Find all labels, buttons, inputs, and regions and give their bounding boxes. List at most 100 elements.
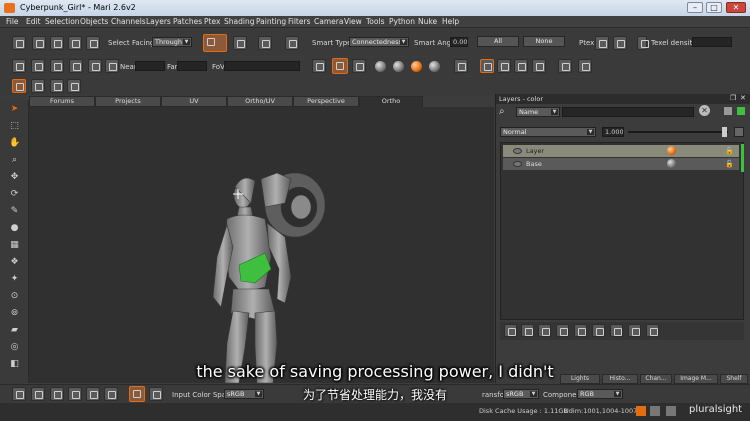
active-shader-sphere-icon[interactable] [411, 61, 422, 72]
texel-density-field[interactable] [692, 37, 732, 47]
transform-tool-icon[interactable]: ✥ [9, 172, 20, 183]
selection-grow-icon[interactable] [86, 36, 100, 50]
menu-ptex[interactable]: Ptex [204, 17, 220, 26]
name-dropdown[interactable]: Name ▼ [516, 107, 560, 117]
smudge-tool-icon[interactable]: ⊚ [9, 308, 20, 319]
menu-file[interactable]: File [6, 17, 19, 26]
menu-edit[interactable]: Edit [26, 17, 41, 26]
transform-icon[interactable] [532, 59, 546, 73]
menu-patches[interactable]: Patches [173, 17, 202, 26]
grid-view-icon[interactable] [646, 324, 659, 337]
paint-brush-icon[interactable]: ✎ [9, 206, 20, 217]
layer-row-layer[interactable]: Layer 🔓 [503, 145, 739, 157]
menu-help[interactable]: Help [442, 17, 459, 26]
far-field[interactable] [177, 61, 207, 71]
visibility-eye-icon[interactable] [513, 161, 522, 167]
stencil-tool-icon[interactable]: ◎ [9, 342, 20, 353]
ptex-resolution-icon[interactable] [613, 36, 627, 50]
menu-channels[interactable]: Channels [111, 17, 146, 26]
eraser-tool-icon[interactable]: ▰ [9, 325, 20, 336]
center-icon[interactable] [514, 59, 528, 73]
add-mask-stack-icon[interactable] [574, 324, 587, 337]
frame-all-icon[interactable] [454, 59, 468, 73]
visibility-eye-icon[interactable] [513, 148, 522, 154]
clip-icon[interactable] [105, 59, 119, 73]
frame-icon[interactable] [69, 59, 83, 73]
brush-tip-icon[interactable] [67, 79, 81, 93]
zoom-tool-icon[interactable]: ⌕ [9, 155, 20, 166]
grid-tool-icon[interactable]: ▦ [9, 240, 20, 251]
tab-perspective[interactable]: Perspective [293, 96, 359, 107]
opacity-field[interactable]: 1.000 [602, 127, 624, 137]
add-mask-icon[interactable] [556, 324, 569, 337]
layer-row-base[interactable]: Base 🔓 [503, 158, 739, 170]
camera-view-icon[interactable] [31, 59, 45, 73]
grid-view-icon[interactable] [50, 59, 64, 73]
minimize-button[interactable]: – [687, 2, 703, 13]
close-panel-icon[interactable]: ✕ [740, 94, 746, 102]
clone-tool-icon[interactable]: ❖ [9, 257, 20, 268]
tab-ortho[interactable]: Ortho [359, 96, 423, 107]
polygon-select-icon[interactable] [258, 36, 272, 50]
select-tool-icon[interactable]: ⬚ [9, 121, 20, 132]
select-none-button[interactable]: None [523, 36, 565, 47]
shader-sphere-icon[interactable] [429, 61, 440, 72]
lighting-icon[interactable] [312, 59, 326, 73]
pin-tool-icon[interactable]: ✦ [9, 274, 20, 285]
menu-objects[interactable]: Objects [80, 17, 108, 26]
selection-mode-icon[interactable] [32, 36, 46, 50]
smart-angle-field[interactable]: 0.00 [450, 37, 468, 47]
menu-tools[interactable]: Tools [366, 17, 384, 26]
share-channel-icon[interactable] [610, 324, 623, 337]
select-tool-icon[interactable] [12, 36, 26, 50]
select-all-button[interactable]: All [477, 36, 519, 47]
fov-slider[interactable] [224, 61, 300, 71]
menu-nuke[interactable]: Nuke [418, 17, 437, 26]
tab-ortho-uv[interactable]: Ortho/UV [227, 96, 293, 107]
wireframe-icon[interactable] [352, 59, 366, 73]
ptex-grid-icon[interactable] [595, 36, 609, 50]
filter-toggle-icon[interactable] [737, 107, 745, 115]
tab-uv[interactable]: UV [161, 96, 227, 107]
pivot-icon[interactable] [480, 59, 494, 73]
filter-icon[interactable] [724, 107, 732, 115]
add-adjustment-icon[interactable] [538, 324, 551, 337]
move-axis-icon[interactable] [497, 59, 511, 73]
pointer-tool-icon[interactable]: ➤ [9, 104, 20, 115]
brush-preset-icon[interactable] [50, 79, 64, 93]
close-button[interactable]: ✕ [726, 2, 746, 13]
collapse-icon[interactable] [578, 59, 592, 73]
opacity-slider[interactable] [628, 131, 728, 133]
layer-search-input[interactable] [562, 107, 694, 117]
menu-view[interactable]: View [344, 17, 362, 26]
tab-forums[interactable]: Forums [29, 96, 95, 107]
hand-tool-icon[interactable]: ✋ [9, 138, 20, 149]
opacity-lock-icon[interactable] [734, 127, 744, 137]
menu-shading[interactable]: Shading [224, 17, 254, 26]
flat-shading-icon[interactable] [332, 58, 348, 74]
blend-mode-dropdown[interactable]: Normal ▼ [500, 127, 596, 137]
facing-dropdown[interactable]: Through ▼ [152, 37, 192, 47]
projection-tool-icon[interactable]: ⊙ [9, 291, 20, 302]
add-layer-icon[interactable] [504, 324, 517, 337]
shader-sphere-icon[interactable] [393, 61, 404, 72]
menu-python[interactable]: Python [389, 17, 415, 26]
add-procedural-icon[interactable] [521, 324, 534, 337]
menu-camera[interactable]: Camera [314, 17, 343, 26]
selection-add-icon[interactable] [50, 36, 64, 50]
list-view-icon[interactable] [628, 324, 641, 337]
expand-icon[interactable] [558, 59, 572, 73]
shader-sphere-icon[interactable] [375, 61, 386, 72]
lock-icon[interactable]: 🔓 [725, 145, 734, 157]
camera-icon[interactable] [12, 59, 26, 73]
flat-view-icon[interactable] [88, 59, 102, 73]
group-layers-icon[interactable] [592, 324, 605, 337]
paint-drop-icon[interactable]: ● [9, 223, 20, 234]
ortho-viewport[interactable] [29, 107, 494, 383]
rotate-tool-icon[interactable]: ⟳ [9, 189, 20, 200]
smart-type-dropdown[interactable]: Connectedness ▼ [349, 37, 409, 47]
selection-toggle-icon[interactable] [68, 36, 82, 50]
lock-icon[interactable]: 🔓 [725, 158, 734, 170]
brush-select-icon[interactable] [285, 36, 299, 50]
lasso-select-icon[interactable] [233, 36, 247, 50]
